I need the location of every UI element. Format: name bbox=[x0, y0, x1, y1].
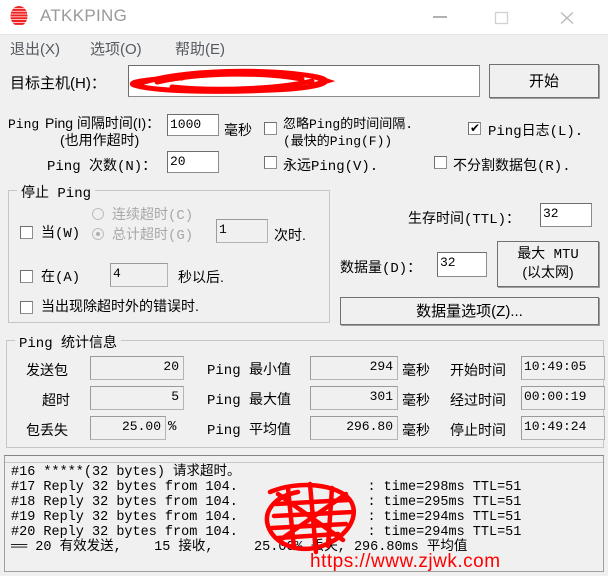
check-mark-icon: ✔ bbox=[470, 121, 481, 135]
stat-sent-label: 发送包 bbox=[26, 362, 68, 378]
start-button[interactable]: 开始 bbox=[489, 64, 599, 98]
minimize-button[interactable] bbox=[418, 0, 464, 34]
stat-stop-time-value: 10:49:24 bbox=[521, 416, 605, 440]
ping-count-input[interactable]: 20 bbox=[167, 151, 219, 173]
ping-stats-group-title: Ping 统计信息 bbox=[15, 332, 122, 352]
stop-times-input[interactable]: 1 bbox=[216, 219, 268, 243]
stat-avg-value: 296.80 bbox=[310, 416, 398, 440]
stat-start-time-label: 开始时间 bbox=[450, 362, 506, 378]
stat-loss-unit: % bbox=[168, 419, 177, 435]
ignore-interval-checkbox[interactable] bbox=[264, 122, 277, 135]
target-host-input[interactable] bbox=[128, 65, 480, 97]
interval-sublabel: (也用作超时) bbox=[60, 132, 140, 148]
stat-min-label: Ping 最小值 bbox=[207, 363, 292, 379]
maximize-icon bbox=[494, 11, 509, 25]
data-options-button[interactable]: 数据量选项(Z)... bbox=[340, 297, 599, 325]
stop-ping-group-title: 停止 Ping bbox=[17, 182, 96, 202]
target-host-label: 目标主机(H)： bbox=[10, 75, 106, 92]
ping-log-label: Ping日志(L). bbox=[488, 124, 584, 140]
stat-max-label: Ping 最大值 bbox=[207, 393, 292, 409]
ping-count-label: Ping 次数(N)： bbox=[47, 159, 157, 175]
log-scrollbar[interactable] bbox=[5, 456, 603, 463]
stop-on-error-label: 当出现除超时外的错误时. bbox=[41, 298, 199, 314]
close-icon bbox=[560, 12, 574, 24]
ttl-label: 生存时间(TTL)： bbox=[408, 212, 521, 228]
no-fragment-label: 不分割数据包(R). bbox=[453, 159, 571, 175]
max-mtu-label-line1: 最大 MTU bbox=[517, 247, 579, 263]
menu-item-options[interactable]: 选项(O) bbox=[90, 38, 142, 59]
stop-after-label: 在(A) bbox=[41, 270, 81, 286]
forever-ping-label: 永远Ping(V). bbox=[283, 159, 379, 175]
ignore-interval-sublabel: (最快的Ping(F)) bbox=[283, 134, 393, 149]
stat-timeout-label: 超时 bbox=[42, 392, 70, 408]
log-output-panel[interactable]: #16 *****(32 bytes) 请求超时。 #17 Reply 32 b… bbox=[4, 455, 604, 572]
stat-timeout-value: 5 bbox=[90, 386, 184, 410]
title-bar: ATKKPING bbox=[0, 0, 608, 35]
stop-times-suffix-label: 次时. bbox=[274, 227, 306, 243]
radio-dot-icon bbox=[96, 232, 100, 236]
stat-sent-value: 20 bbox=[90, 356, 184, 380]
window-title: ATKKPING bbox=[40, 6, 128, 25]
stat-avg-unit: 毫秒 bbox=[402, 422, 430, 438]
packet-size-label: 数据量(D)： bbox=[340, 261, 422, 277]
menu-bar: 退出(X) 选项(O) 帮助(E) bbox=[0, 35, 608, 61]
stat-loss-label: 包丢失 bbox=[26, 422, 68, 438]
striped-globe-icon bbox=[7, 4, 31, 28]
stat-max-value: 301 bbox=[310, 386, 398, 410]
close-button[interactable] bbox=[545, 0, 591, 34]
stat-stop-time-label: 停止时间 bbox=[450, 422, 506, 438]
stop-after-input[interactable]: 4 bbox=[110, 263, 168, 287]
no-fragment-checkbox[interactable] bbox=[434, 156, 447, 169]
log-line: #18 Reply 32 bytes from 104. : time=295m… bbox=[11, 495, 522, 510]
stop-on-error-checkbox[interactable] bbox=[20, 301, 33, 314]
stat-elapsed-time-value: 00:00:19 bbox=[521, 386, 605, 410]
stop-after-suffix-label: 秒以后. bbox=[178, 269, 224, 285]
stat-loss-value: 25.00 bbox=[90, 416, 166, 440]
ping-log-checkbox[interactable]: ✔ bbox=[468, 122, 481, 135]
log-line: #17 Reply 32 bytes from 104. : time=298m… bbox=[11, 480, 522, 495]
stat-start-time-value: 10:49:05 bbox=[521, 356, 605, 380]
stat-min-value: 294 bbox=[310, 356, 398, 380]
log-line: ══ 20 有效发送, 15 接收, 25.00% 丢失, 296.80ms 平… bbox=[11, 540, 468, 555]
menu-item-exit[interactable]: 退出(X) bbox=[10, 38, 60, 59]
maximize-button[interactable] bbox=[480, 0, 526, 34]
packet-size-input[interactable]: 32 bbox=[437, 252, 487, 277]
log-line: #16 *****(32 bytes) 请求超时。 bbox=[11, 465, 241, 480]
ttl-input[interactable]: 32 bbox=[540, 203, 592, 227]
log-lines-container: #16 *****(32 bytes) 请求超时。 #17 Reply 32 b… bbox=[5, 463, 603, 571]
stat-elapsed-time-label: 经过时间 bbox=[450, 392, 506, 408]
interval-unit-label: 毫秒 bbox=[224, 122, 252, 138]
stat-min-unit: 毫秒 bbox=[402, 362, 430, 378]
log-line: #19 Reply 32 bytes from 104. : time=294m… bbox=[11, 510, 522, 525]
interval-label-prefix: Ping bbox=[8, 117, 40, 132]
max-mtu-button[interactable]: 最大 MTU (以太网) bbox=[497, 241, 599, 287]
radio-consecutive-timeout-label: 连续超时(C) bbox=[112, 208, 194, 224]
menu-item-help[interactable]: 帮助(E) bbox=[175, 38, 225, 59]
stop-when-label: 当(W) bbox=[41, 226, 81, 242]
stat-avg-label: Ping 平均值 bbox=[207, 423, 292, 439]
radio-total-timeout[interactable] bbox=[92, 228, 104, 240]
stop-when-checkbox[interactable] bbox=[20, 226, 33, 239]
radio-total-timeout-label: 总计超时(G) bbox=[112, 228, 194, 244]
stat-max-unit: 毫秒 bbox=[402, 392, 430, 408]
log-line: #20 Reply 32 bytes from 104. : time=294m… bbox=[11, 525, 522, 540]
forever-ping-checkbox[interactable] bbox=[264, 156, 277, 169]
stop-after-checkbox[interactable] bbox=[20, 270, 33, 283]
max-mtu-label-line2: (以太网) bbox=[522, 264, 574, 280]
atkkping-window: ATKKPING 退出(X) 选项(O) 帮助(E) 目标主机(H)： 开始 P… bbox=[0, 0, 608, 576]
minimize-icon bbox=[433, 16, 447, 18]
interval-input[interactable]: 1000 bbox=[167, 114, 219, 136]
radio-consecutive-timeout[interactable] bbox=[92, 208, 104, 220]
